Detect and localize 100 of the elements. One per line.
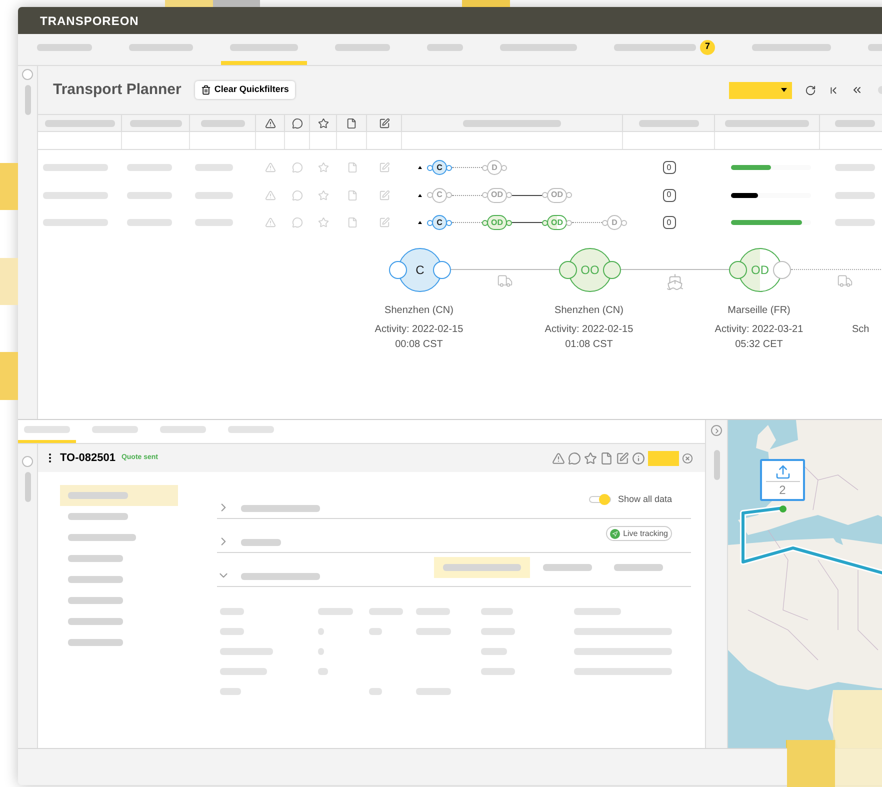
placeholder-bar bbox=[195, 164, 233, 172]
placeholder-bar bbox=[24, 426, 70, 433]
close-icon[interactable] bbox=[682, 452, 693, 464]
placeholder-bar bbox=[68, 639, 123, 646]
placeholder-bar bbox=[43, 192, 108, 199]
nav-tab[interactable]: 7 bbox=[605, 33, 724, 65]
placeholder-bar bbox=[220, 648, 273, 655]
radio-icon[interactable] bbox=[22, 456, 33, 467]
stop-activity: Sch bbox=[851, 322, 870, 336]
decor-square bbox=[462, 0, 510, 7]
placeholder-bar bbox=[220, 628, 244, 635]
placeholder-bar bbox=[68, 597, 123, 604]
placeholder-bar bbox=[220, 688, 241, 695]
placeholder-bar bbox=[481, 608, 513, 615]
comment-icon bbox=[292, 118, 302, 128]
placeholder-bar bbox=[68, 513, 128, 520]
comment-icon bbox=[292, 190, 303, 201]
placeholder-bar bbox=[369, 628, 382, 635]
placeholder-bar bbox=[92, 426, 138, 433]
warning-icon bbox=[265, 162, 276, 174]
placeholder-bar bbox=[543, 564, 592, 571]
expand-panel-icon[interactable] bbox=[711, 425, 722, 436]
placeholder-bar bbox=[241, 539, 281, 546]
toggle-switch[interactable] bbox=[588, 496, 611, 503]
placeholder-bar bbox=[220, 668, 267, 675]
radio-icon[interactable] bbox=[22, 69, 33, 80]
placeholder-bar bbox=[68, 492, 128, 499]
stop-activity: Activity: 2022-02-15 bbox=[374, 322, 464, 336]
expand-caret-icon[interactable] bbox=[418, 194, 422, 197]
star-icon bbox=[318, 190, 329, 201]
clear-quickfilters-button[interactable]: Clear Quickfilters bbox=[195, 81, 295, 99]
caret-icon bbox=[781, 88, 787, 92]
placeholder-bar bbox=[200, 120, 244, 126]
stop-time: 05:32 CET bbox=[735, 338, 783, 352]
truck-icon bbox=[835, 272, 855, 288]
placeholder-bar bbox=[369, 688, 382, 695]
placeholder-bar bbox=[68, 534, 136, 541]
scrollbar-thumb[interactable] bbox=[24, 472, 30, 502]
scrollbar-thumb[interactable] bbox=[24, 85, 30, 115]
placeholder-bar bbox=[318, 648, 324, 655]
document-icon bbox=[346, 217, 358, 228]
previous-page-icon[interactable] bbox=[851, 84, 863, 96]
placeholder-bar bbox=[68, 618, 123, 625]
order-number: TO-082501 bbox=[60, 450, 116, 466]
count-badge: 0 bbox=[662, 161, 676, 174]
first-page-icon[interactable] bbox=[828, 84, 839, 96]
stop-city: Shenzhen (CN) bbox=[384, 304, 454, 318]
placeholder-bar bbox=[416, 608, 450, 615]
info-icon[interactable] bbox=[632, 452, 645, 464]
placeholder-bar bbox=[574, 608, 621, 615]
document-icon bbox=[346, 162, 358, 174]
placeholder-bar bbox=[318, 668, 328, 675]
document-icon[interactable] bbox=[600, 452, 613, 464]
placeholder-bar bbox=[416, 628, 451, 635]
trash-icon bbox=[201, 85, 212, 95]
edit-icon bbox=[379, 190, 390, 201]
placeholder-bar bbox=[481, 668, 515, 675]
scrollbar-thumb[interactable] bbox=[714, 450, 720, 480]
stop-activity: Activity: 2022-02-15 bbox=[544, 322, 634, 336]
comment-icon bbox=[292, 217, 303, 228]
placeholder-bar bbox=[127, 164, 172, 172]
placeholder-bar bbox=[481, 648, 507, 655]
star-icon[interactable] bbox=[584, 452, 597, 464]
edit-icon[interactable] bbox=[616, 452, 629, 464]
placeholder-bar bbox=[614, 564, 663, 571]
navigation-icon bbox=[610, 528, 620, 538]
map-marker[interactable]: 2 bbox=[760, 459, 805, 501]
comment-icon[interactable] bbox=[568, 452, 581, 464]
placeholder-bar bbox=[834, 120, 874, 126]
truck-icon bbox=[495, 272, 515, 288]
placeholder-bar bbox=[44, 120, 114, 126]
placeholder-bar bbox=[195, 192, 233, 199]
refresh-icon[interactable] bbox=[805, 84, 816, 96]
placeholder-bar bbox=[127, 192, 172, 199]
placeholder-bar bbox=[130, 120, 182, 126]
logo[interactable]: TRANSPOREON bbox=[40, 12, 139, 30]
placeholder-bar bbox=[416, 688, 451, 695]
placeholder-bar bbox=[835, 219, 875, 226]
count-badge: 7 bbox=[700, 40, 715, 54]
placeholder-bar bbox=[37, 44, 92, 50]
placeholder-bar bbox=[835, 164, 875, 172]
upload-icon bbox=[774, 464, 790, 480]
star-icon bbox=[318, 162, 329, 174]
placeholder-bar bbox=[230, 44, 298, 50]
placeholder-bar bbox=[369, 608, 403, 615]
expand-caret-icon[interactable] bbox=[418, 166, 422, 170]
placeholder-bar bbox=[427, 44, 463, 50]
placeholder-bar bbox=[638, 120, 698, 126]
stop-city: Marseille (FR) bbox=[728, 304, 790, 318]
expand-caret-icon[interactable] bbox=[418, 221, 422, 224]
decor-square bbox=[0, 258, 18, 305]
placeholder-bar bbox=[129, 44, 193, 50]
warning-icon bbox=[265, 190, 276, 201]
warning-icon[interactable] bbox=[552, 452, 565, 464]
placeholder-bar bbox=[127, 219, 172, 226]
edit-icon bbox=[379, 162, 390, 174]
count-badge: 0 bbox=[662, 216, 676, 230]
placeholder-bar bbox=[220, 608, 244, 615]
live-tracking-chip[interactable]: Live tracking bbox=[606, 526, 672, 541]
placeholder-bar bbox=[228, 426, 274, 433]
